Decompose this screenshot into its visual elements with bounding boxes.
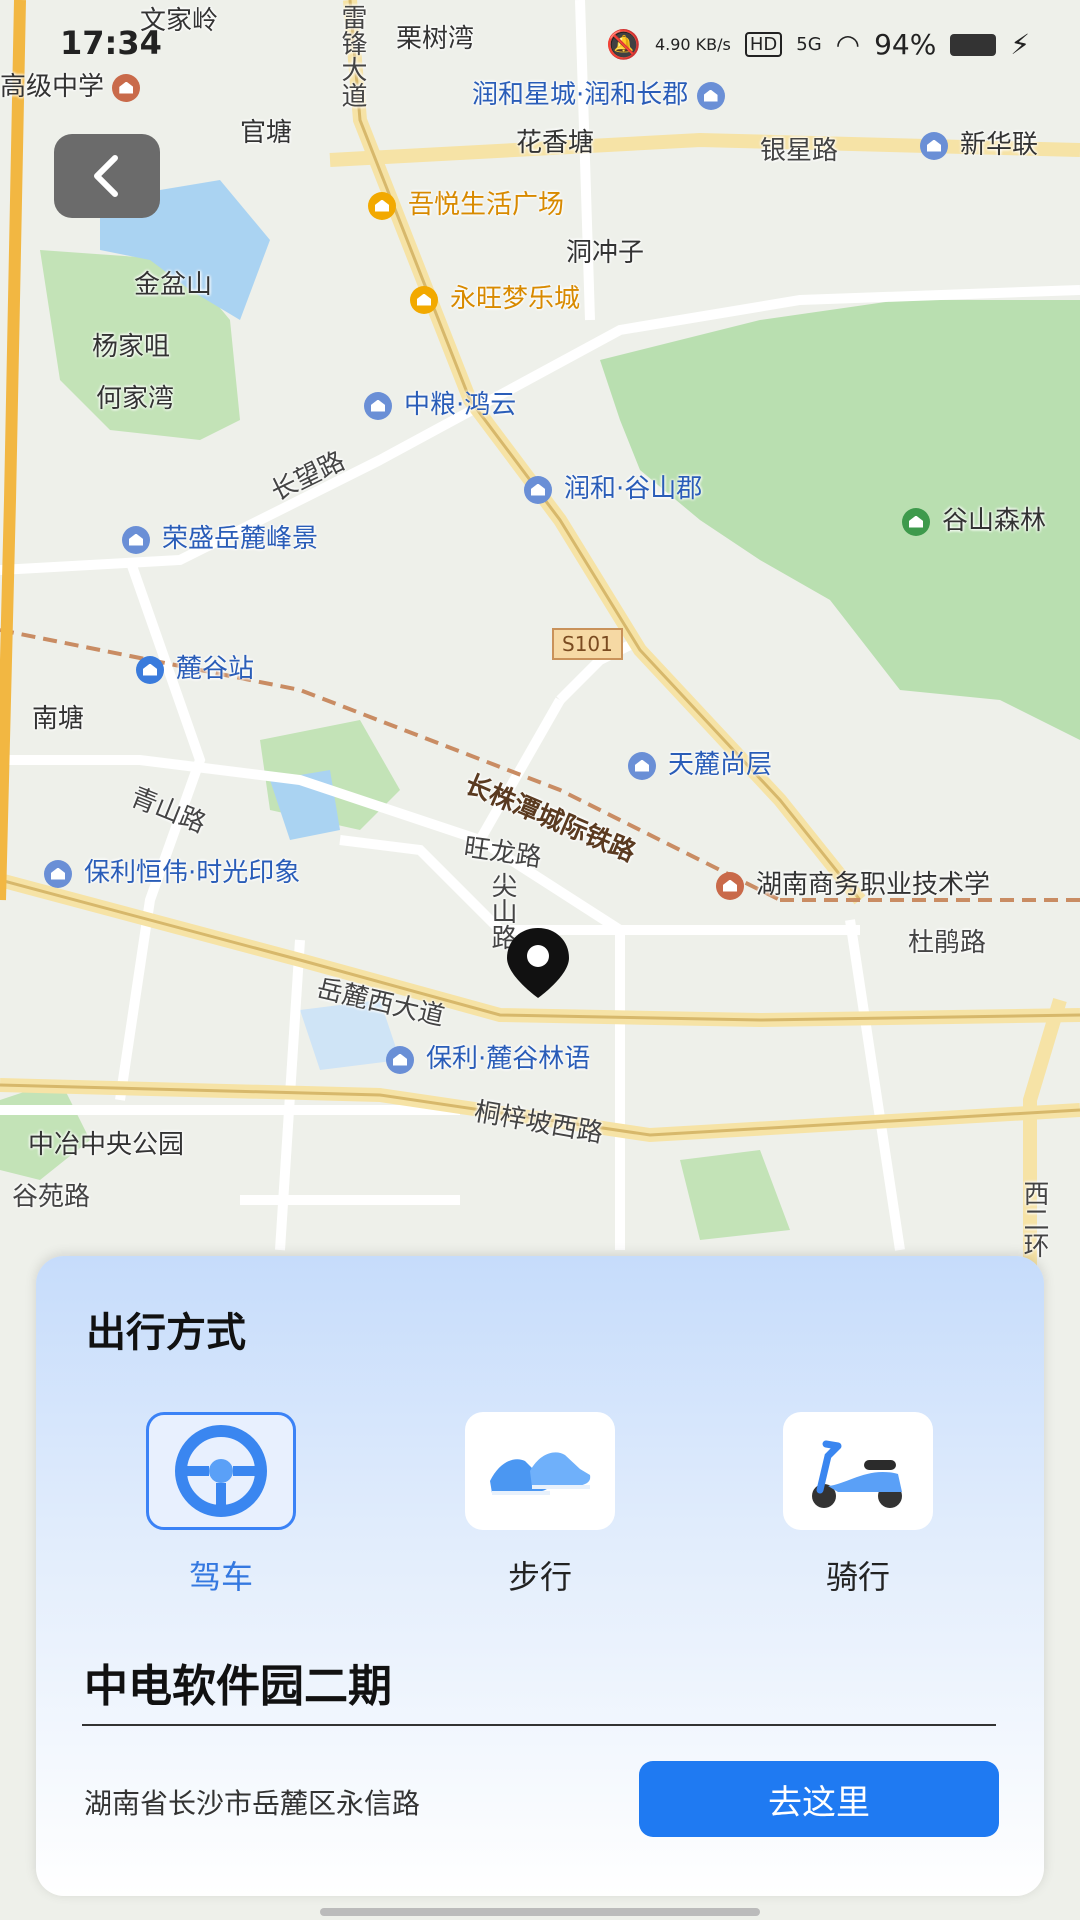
status-icons: 🔕 4.90 KB/s HD 5G ◠ 94% ⚡ — [606, 28, 1030, 61]
map-label: 润和星城·润和长郡 — [472, 74, 737, 111]
map-label: 荣盛岳麓峰景 — [122, 518, 318, 555]
residence-icon — [524, 475, 552, 504]
mall-icon — [410, 285, 438, 314]
map-label: 谷山森林 — [902, 500, 1046, 537]
divider — [82, 1724, 996, 1726]
mode-tile — [146, 1412, 296, 1530]
mode-tile — [783, 1412, 933, 1530]
destination-title: 中电软件园二期 — [84, 1661, 392, 1712]
chevron-left-icon — [94, 155, 118, 197]
school-icon — [716, 871, 744, 900]
location-pin-icon — [507, 928, 569, 998]
map-label: 永旺梦乐城 — [410, 278, 580, 315]
road-label: 谷苑路 — [12, 1182, 91, 1212]
hd-icon: HD — [744, 32, 783, 57]
back-button[interactable] — [54, 134, 160, 218]
scooter-icon — [812, 1440, 902, 1508]
go-here-button[interactable]: 去这里 — [639, 1761, 999, 1837]
net-speed: 4.90 KB/s — [654, 34, 731, 54]
map-label: 天麓尚层 — [628, 744, 772, 781]
mode-driving-button[interactable]: 驾车 — [146, 1412, 296, 1598]
status-time: 17:34 — [60, 24, 162, 62]
road-label: 杜鹃路 — [908, 928, 987, 958]
map-label: 杨家咀 — [92, 332, 171, 362]
battery-icon — [950, 33, 997, 56]
map-label: 湖南商务职业技术学 — [716, 864, 990, 901]
mode-label: 步行 — [507, 1558, 572, 1596]
destination-address: 湖南省长沙市岳麓区永信路 — [84, 1787, 421, 1820]
home-indicator[interactable] — [320, 1908, 760, 1916]
residence-icon — [386, 1045, 414, 1074]
map-label: 何家湾 — [96, 384, 175, 414]
status-bar: 17:34 🔕 4.90 KB/s HD 5G ◠ 94% ⚡ — [0, 24, 1080, 70]
road-label: 银星路 — [760, 136, 839, 166]
mode-cycling-button[interactable]: 骑行 — [783, 1412, 933, 1598]
mode-tile — [465, 1412, 615, 1530]
map-label: 官塘 — [240, 118, 293, 148]
park-icon — [902, 507, 930, 536]
wifi-icon: ◠ — [835, 28, 861, 61]
residence-icon — [696, 81, 725, 110]
map-label: 新华联 — [920, 124, 1038, 161]
map-label: 洞冲子 — [566, 238, 645, 268]
mode-walking-button[interactable]: 步行 — [465, 1412, 615, 1598]
residence-icon — [628, 751, 656, 780]
network-label: 5G — [796, 34, 822, 55]
map-label: 花香塘 — [516, 128, 595, 158]
mute-icon: 🔕 — [606, 28, 641, 61]
residence-icon — [44, 859, 72, 888]
residence-icon — [364, 391, 392, 420]
map-label: 高级中学 — [0, 66, 152, 103]
charging-icon: ⚡ — [1010, 28, 1030, 61]
residence-icon — [920, 131, 948, 160]
school-icon — [112, 73, 141, 102]
battery-percent: 94% — [874, 28, 937, 61]
steering-wheel-icon — [175, 1425, 267, 1517]
metro-station-icon — [136, 655, 164, 684]
map-label: 中冶中央公园 — [28, 1130, 185, 1160]
mode-label: 驾车 — [188, 1558, 253, 1596]
road-label: 西二环 — [1019, 1180, 1049, 1258]
map-label: 金盆山 — [134, 270, 213, 300]
mall-icon — [368, 191, 396, 220]
travel-panel: 出行方式 驾车 步行 骑行 中电软件园二期 湖南省长沙市岳麓区永信路 去这里 — [36, 1256, 1044, 1896]
mode-label: 骑行 — [825, 1558, 890, 1596]
map-label: 麓谷站 — [136, 648, 254, 685]
residence-icon — [122, 525, 150, 554]
map-label: 润和·谷山郡 — [524, 468, 702, 505]
highway-shield: S101 — [552, 628, 623, 660]
map-label: 南塘 — [32, 704, 85, 734]
map-label: 吾悦生活广场 — [368, 184, 564, 221]
panel-title: 出行方式 — [86, 1310, 246, 1356]
map-label: 保利恒伟·时光印象 — [44, 852, 300, 889]
map-label: 保利·麓谷林语 — [386, 1038, 590, 1075]
map-label: 中粮·鸿云 — [364, 384, 516, 421]
sneakers-icon — [490, 1452, 591, 1495]
